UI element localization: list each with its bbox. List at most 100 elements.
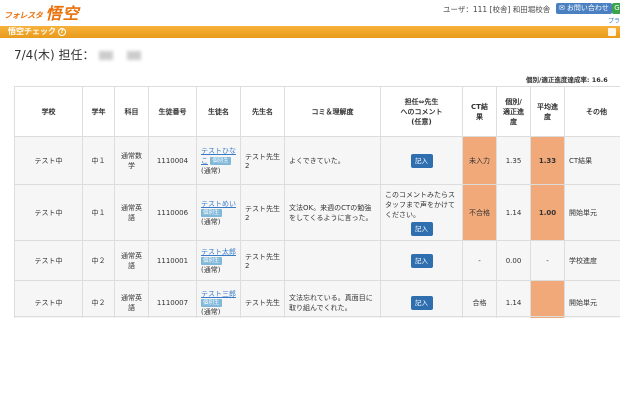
sub-link[interactable]: プラ	[608, 16, 620, 25]
table-row: テスト中 中２ 通常英語 1110001 テスト太郎 個別生 (通常) テスト先…	[14, 240, 620, 281]
cell-other: 開始単元	[564, 184, 620, 241]
cell-school: テスト中	[14, 184, 83, 241]
col-student-no: 生徒番号	[148, 86, 197, 137]
cell-student-name: テスト太郎 個別生 (通常)	[196, 240, 241, 281]
cell-avg-progress: 1.00	[530, 184, 565, 241]
student-name-link[interactable]: テストめい	[201, 200, 236, 208]
col-subject: 科目	[114, 86, 149, 137]
cell-ct-result: -	[462, 240, 497, 281]
cell-teacher: テスト先生2	[240, 184, 285, 241]
student-type: (通常)	[201, 307, 221, 316]
col-grade: 学年	[82, 86, 115, 137]
col-progress-2: 適正進	[503, 107, 524, 116]
top-header: フォレスタ 悟空 ユーザ：111 [校舎] 和田堀校舎 ✉ お問い合わせ G プ…	[0, 0, 620, 26]
achievement-rate: 個別/適正進度達成率: 16.6	[526, 76, 608, 84]
cell-teacher: テスト先生2	[240, 240, 285, 281]
table-row: テスト中 中１ 通常英語 1110006 テストめい 個別生 (通常) テスト先…	[14, 184, 620, 241]
cell-other: CT結果	[564, 136, 620, 185]
date-heading: 7/4(木) 担任：	[14, 46, 141, 63]
logo-small-text: フォレスタ	[4, 11, 43, 20]
col-avg-1: 平均進	[537, 102, 558, 111]
cell-student-no: 1110001	[148, 240, 197, 281]
student-name-link[interactable]: テスト三郎	[201, 290, 236, 298]
teacher-comment-text: このコメントみたらスタッフまで声をかけてください。	[385, 190, 455, 219]
cell-student-name: テストめい 個別生 (通常)	[196, 184, 241, 241]
student-type: (通常)	[201, 166, 221, 175]
title-bar: 悟空チェック?	[0, 26, 620, 38]
table-row: テスト中 中１ 通常数学 1110004 テストひなこ 個別生(通常) テスト先…	[14, 136, 620, 185]
kinyu-button[interactable]: 記入	[410, 253, 433, 268]
kinyu-button[interactable]: 記入	[410, 153, 433, 168]
table-header-row: 学校 学年 科目 生徒番号 生徒名 先生名 コミ＆理解度 担任⇔先生 へのコメン…	[14, 86, 620, 137]
cell-comment	[284, 240, 381, 281]
cell-teacher-comment: 記入	[380, 136, 463, 185]
blurred-name-1	[98, 51, 113, 60]
tantou-label: 担任：	[58, 48, 95, 62]
kobetsu-badge: 個別生	[201, 208, 222, 217]
cell-progress: 1.14	[496, 184, 531, 241]
col-progress: 個別/ 適正進 度	[496, 86, 531, 137]
app-logo[interactable]: フォレスタ 悟空	[4, 2, 80, 24]
col-progress-1: 個別/	[505, 97, 522, 106]
cell-student-no: 1110006	[148, 184, 197, 241]
page-title-text: 悟空チェック	[8, 27, 56, 36]
student-type: (通常)	[201, 265, 221, 274]
cell-subject: 通常数学	[114, 136, 149, 185]
kobetsu-badge: 個別生	[201, 298, 222, 307]
col-teacher-comment-3: (任意)	[411, 117, 432, 126]
cell-avg-progress: 1.33	[530, 136, 565, 185]
cell-school: テスト中	[14, 136, 83, 185]
kinyu-button[interactable]: 記入	[410, 295, 433, 310]
kobetsu-badge: 個別生	[201, 256, 222, 265]
page-title: 悟空チェック?	[8, 26, 66, 38]
col-ct-result: CT結 果	[462, 86, 497, 137]
contact-label: お問い合わせ	[566, 4, 609, 12]
student-name-link[interactable]: テスト太郎	[201, 248, 236, 256]
cell-teacher-comment: このコメントみたらスタッフまで声をかけてください。 記入	[380, 184, 463, 241]
cell-comment: 文法OK。来週のCTの勉強をしてくるように言った。	[284, 184, 381, 241]
cell-student-name: テストひなこ 個別生(通常)	[196, 136, 241, 185]
col-teacher-comment-2: へのコメント	[400, 107, 443, 116]
col-ct-2: 果	[476, 112, 483, 121]
col-avg-2: 度	[544, 112, 551, 121]
print-icon[interactable]	[608, 28, 616, 36]
contact-button[interactable]: ✉ お問い合わせ	[556, 3, 612, 14]
col-school: 学校	[14, 86, 83, 137]
cell-student-no: 1110004	[148, 136, 197, 185]
blank-area	[0, 318, 620, 420]
col-avg-progress: 平均進 度	[530, 86, 565, 137]
cell-avg-progress: -	[530, 240, 565, 281]
col-comment: コミ＆理解度	[284, 86, 381, 137]
col-teacher: 先生名	[240, 86, 285, 137]
mail-icon: ✉	[559, 4, 565, 12]
cell-progress: 0.00	[496, 240, 531, 281]
cell-ct-result: 不合格	[462, 184, 497, 241]
date-text: 7/4(木)	[14, 48, 55, 62]
col-teacher-comment: 担任⇔先生 へのコメント (任意)	[380, 86, 463, 137]
col-progress-3: 度	[510, 117, 517, 126]
cell-grade: 中１	[82, 184, 115, 241]
kinyu-button[interactable]: 記入	[410, 221, 433, 236]
student-type: (通常)	[201, 217, 221, 226]
logo-big-text: 悟空	[45, 4, 80, 23]
cell-grade: 中１	[82, 136, 115, 185]
cell-ct-result: 未入力	[462, 136, 497, 185]
cell-comment: よくできていた。	[284, 136, 381, 185]
green-button[interactable]: G	[612, 3, 620, 14]
cell-school: テスト中	[14, 240, 83, 281]
table-bottom-line	[14, 316, 620, 317]
col-ct-1: CT結	[471, 102, 488, 111]
user-info: ユーザ：111 [校舎] 和田堀校舎	[443, 5, 551, 14]
cell-grade: 中２	[82, 240, 115, 281]
col-other: その他	[564, 86, 620, 137]
kobetsu-badge: 個別生	[210, 156, 231, 165]
help-icon[interactable]: ?	[58, 27, 66, 36]
cell-other: 学校進度	[564, 240, 620, 281]
col-teacher-comment-1: 担任⇔先生	[404, 97, 439, 106]
blurred-name-2	[126, 51, 141, 60]
cell-subject: 通常英語	[114, 184, 149, 241]
cell-subject: 通常英語	[114, 240, 149, 281]
students-table: 学校 学年 科目 生徒番号 生徒名 先生名 コミ＆理解度 担任⇔先生 へのコメン…	[14, 86, 620, 325]
cell-teacher: テスト先生2	[240, 136, 285, 185]
cell-teacher-comment: 記入	[380, 240, 463, 281]
